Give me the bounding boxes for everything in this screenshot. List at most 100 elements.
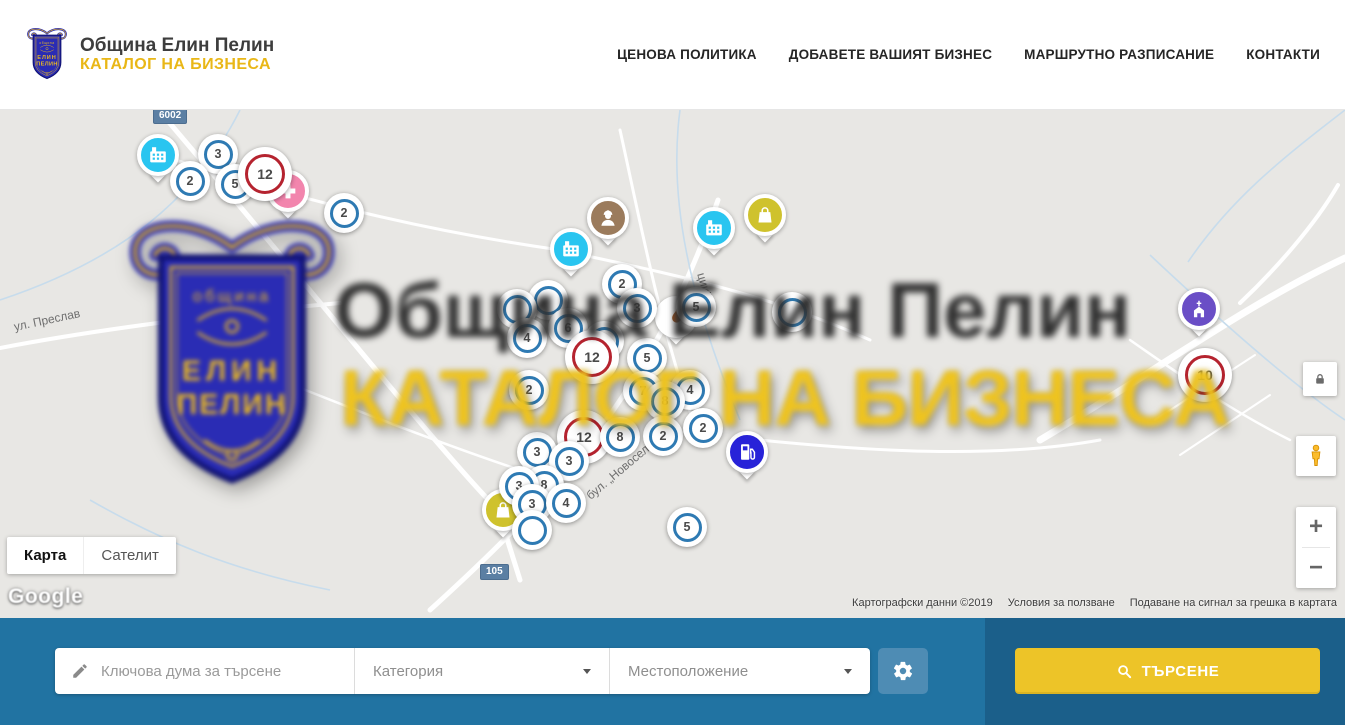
map-cluster-marker[interactable]: 2 (643, 416, 683, 456)
map-cluster-marker[interactable]: 2 (509, 370, 549, 410)
map-pin-factory[interactable] (550, 228, 592, 270)
church-icon (1178, 288, 1220, 330)
cluster-count: 5 (684, 520, 691, 534)
map-cluster-marker[interactable]: 12 (238, 147, 292, 201)
map-cluster-marker[interactable]: 3 (617, 288, 657, 328)
padlock-icon (1313, 372, 1327, 386)
map-pin-worker[interactable] (587, 197, 629, 239)
cluster-ring: 10 (1185, 355, 1225, 395)
map-cluster-marker[interactable]: 12 (565, 330, 619, 384)
cluster-count: 5 (232, 177, 239, 191)
cluster-ring: 2 (689, 414, 718, 443)
cluster-ring: 3 (623, 294, 652, 323)
map-cluster-marker[interactable]: 10 (1178, 348, 1232, 402)
map-cluster-marker[interactable] (512, 510, 552, 550)
map-cluster-marker[interactable]: 4 (507, 318, 547, 358)
search-bar: Категория Местоположение ТЪРСЕНЕ (0, 618, 1345, 725)
search-bar-left: Категория Местоположение (0, 618, 985, 725)
search-bar-right: ТЪРСЕНЕ (985, 618, 1345, 725)
map-cluster-marker[interactable]: 2 (683, 408, 723, 448)
site-logo[interactable]: община ЕЛИНПЕЛИН Община Елин Пелин КАТАЛО… (24, 26, 274, 84)
cluster-ring (518, 516, 547, 545)
nav-item[interactable]: КОНТАКТИ (1246, 47, 1320, 62)
pegman-button[interactable] (1296, 436, 1336, 476)
cluster-count: 2 (526, 383, 533, 397)
map-pin-fuel[interactable] (726, 431, 768, 473)
attribution-link[interactable]: Условия за ползване (1008, 597, 1115, 609)
category-select[interactable]: Категория (355, 648, 610, 694)
map-cluster-marker[interactable]: 2 (170, 161, 210, 201)
cluster-count: 4 (687, 383, 694, 397)
cluster-count: 12 (257, 166, 273, 182)
zoom-out-button[interactable]: − (1296, 548, 1336, 588)
cluster-ring: 12 (245, 154, 285, 194)
search-icon (1116, 663, 1133, 680)
nav-item[interactable]: МАРШРУТНО РАЗПИСАНИЕ (1024, 47, 1214, 62)
map-cluster-marker[interactable]: 2 (324, 193, 364, 233)
cluster-count: 2 (187, 174, 194, 188)
cluster-ring: 5 (673, 513, 702, 542)
cluster-count: 3 (215, 147, 222, 161)
map-pin-factory[interactable] (693, 207, 735, 249)
map-cluster-marker[interactable]: 8 (600, 417, 640, 457)
map-cluster-marker[interactable] (772, 292, 812, 332)
cluster-count: 3 (566, 454, 573, 468)
attribution-link[interactable]: Подаване на сигнал за грешка в картата (1130, 597, 1337, 609)
cluster-count: 8 (662, 394, 669, 408)
map-pin-bag[interactable] (744, 194, 786, 236)
fuel-icon (726, 431, 768, 473)
cluster-count: 2 (619, 277, 626, 291)
cluster-count: 12 (584, 349, 600, 365)
map-type-satellite-button[interactable]: Сателит (83, 537, 176, 574)
map-pin-church[interactable] (1178, 288, 1220, 330)
map-cluster-marker[interactable]: 5 (667, 507, 707, 547)
zoom-in-button[interactable]: + (1296, 507, 1336, 547)
cluster-ring: 2 (176, 167, 205, 196)
cluster-ring: 4 (513, 324, 542, 353)
lock-button[interactable] (1303, 362, 1337, 396)
map-cluster-marker[interactable]: 5 (676, 287, 716, 327)
factory-icon (693, 207, 735, 249)
cluster-count: 3 (634, 301, 641, 315)
cluster-count: 2 (700, 421, 707, 435)
location-select[interactable]: Местоположение (610, 648, 870, 694)
cluster-count: 2 (341, 206, 348, 220)
cluster-count: 3 (534, 445, 541, 459)
cluster-ring: 3 (523, 438, 552, 467)
cluster-ring: 12 (572, 337, 612, 377)
cluster-ring: 8 (606, 423, 635, 452)
cluster-ring: 5 (682, 293, 711, 322)
category-select-label: Категория (373, 663, 443, 680)
map-canvas[interactable]: общинаЕЛИНПЕЛИН Община Елин Пелин КАТАЛО… (0, 110, 1345, 618)
map-type-map-button[interactable]: Карта (7, 537, 83, 574)
advanced-settings-button[interactable] (878, 648, 928, 694)
cluster-ring: 2 (515, 376, 544, 405)
map-cluster-marker[interactable]: 4 (546, 483, 586, 523)
main-nav: ЦЕНОВА ПОЛИТИКА ДОБАВЕТЕ ВАШИЯТ БИЗНЕС МАР… (585, 47, 1320, 62)
map-cluster-marker[interactable]: 8 (645, 381, 685, 421)
brand-text: Община Елин Пелин КАТАЛОГ НА БИЗНЕСА (80, 35, 274, 75)
cluster-ring: 4 (552, 489, 581, 518)
cluster-count: 2 (660, 429, 667, 443)
site-title: Община Елин Пелин (80, 35, 274, 57)
nav-item[interactable]: ЦЕНОВА ПОЛИТИКА (617, 47, 757, 62)
svg-text:ЕЛИН: ЕЛИН (37, 55, 56, 61)
google-logo[interactable]: Google (8, 585, 83, 609)
road-number-badge: 6002 (153, 110, 187, 124)
cluster-count: 5 (693, 300, 700, 314)
nav-item[interactable]: ДОБАВЕТЕ ВАШИЯТ БИЗНЕС (789, 47, 992, 62)
cluster-ring: 8 (651, 387, 680, 416)
svg-text:ПЕЛИН: ПЕЛИН (36, 61, 58, 67)
cluster-count: 8 (617, 430, 624, 444)
cluster-count: 10 (1197, 367, 1213, 383)
cluster-ring: 2 (330, 199, 359, 228)
site-subtitle: КАТАЛОГ НА БИЗНЕСА (80, 56, 274, 74)
search-submit-button[interactable]: ТЪРСЕНЕ (1015, 648, 1320, 694)
chevron-down-icon (583, 669, 591, 674)
attribution-text: Картографски данни ©2019 (852, 597, 993, 609)
svg-text:община: община (39, 40, 54, 44)
road-number-badge: 105 (480, 564, 509, 580)
pencil-icon (71, 662, 89, 680)
map-attribution: Картографски данни ©2019 Условия за ползв… (852, 597, 1337, 609)
keyword-search-input[interactable] (99, 662, 342, 681)
